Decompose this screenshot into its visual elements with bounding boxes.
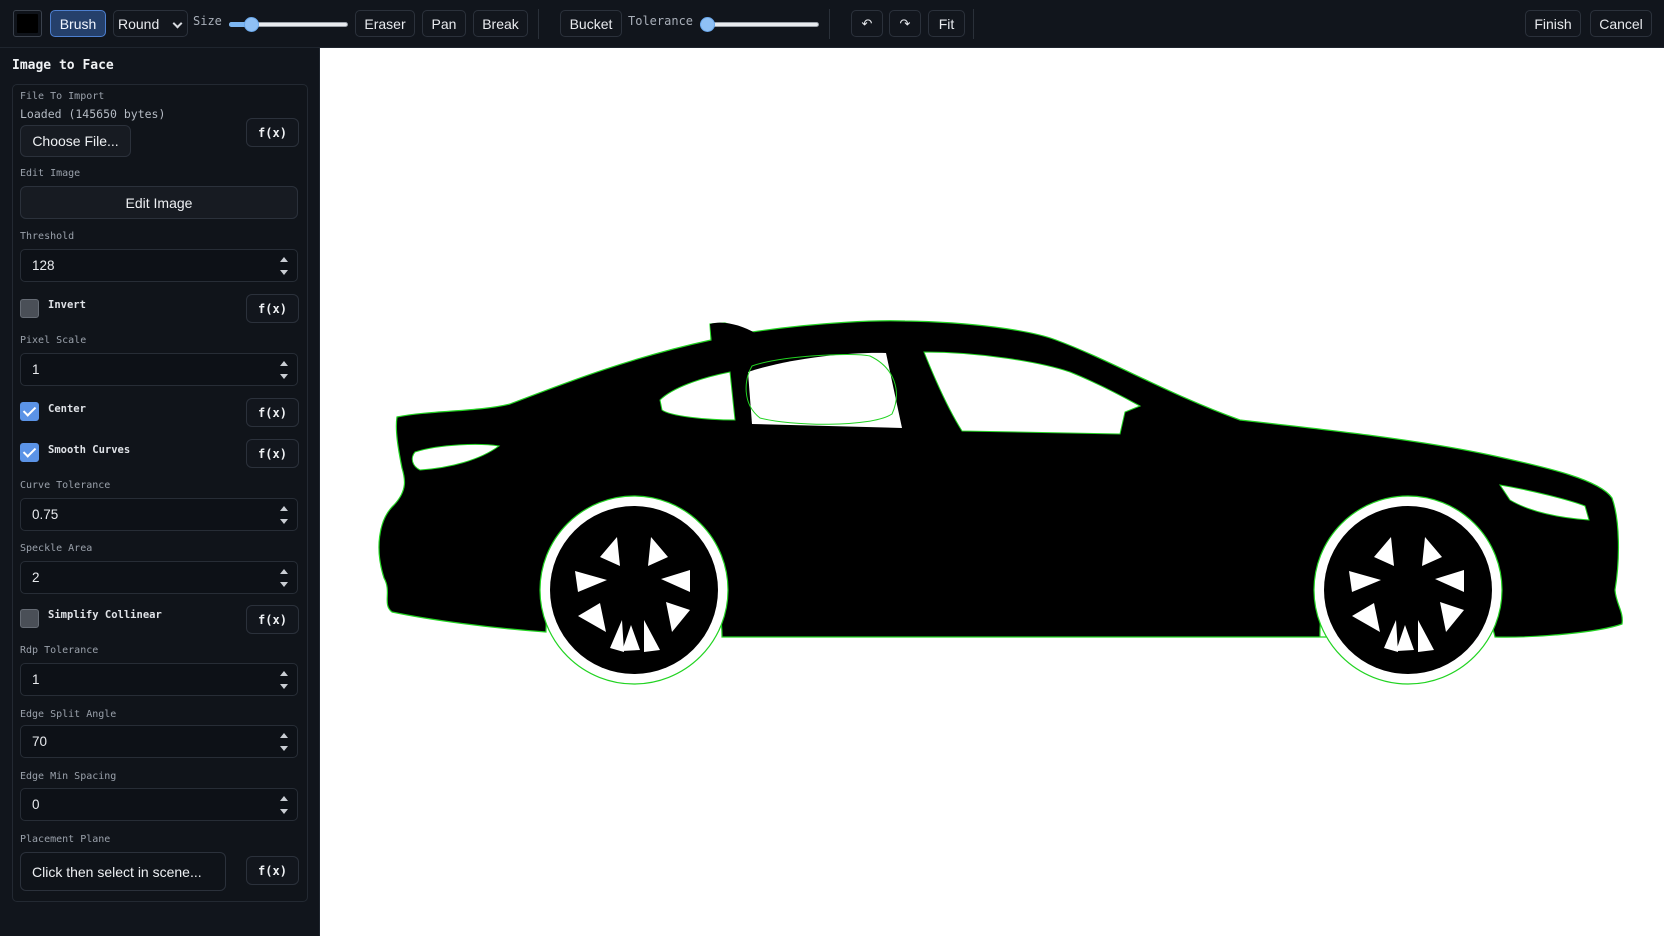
- brush-type-select[interactable]: Round: [113, 10, 188, 37]
- stepper-down-icon[interactable]: [280, 582, 288, 587]
- threshold-value: 128: [32, 258, 55, 273]
- edge-min-spacing-stepper[interactable]: [280, 796, 288, 814]
- edit-image-button[interactable]: Edit Image: [20, 186, 298, 219]
- stepper-down-icon[interactable]: [280, 746, 288, 751]
- stepper-up-icon[interactable]: [280, 257, 288, 262]
- fit-button[interactable]: Fit: [928, 10, 965, 37]
- pixel-scale-stepper[interactable]: [280, 361, 288, 379]
- invert-label: Invert: [48, 299, 86, 311]
- pixel-scale-value: 1: [32, 362, 40, 377]
- stepper-up-icon[interactable]: [280, 569, 288, 574]
- stepper-down-icon[interactable]: [280, 809, 288, 814]
- undo-icon[interactable]: ↶: [851, 10, 883, 37]
- size-slider-thumb[interactable]: [243, 17, 259, 32]
- stepper-up-icon[interactable]: [280, 671, 288, 676]
- smooth-curves-label: Smooth Curves: [48, 444, 131, 456]
- front-wheel: [1313, 495, 1503, 685]
- size-label: Size: [193, 14, 222, 28]
- stepper-up-icon[interactable]: [280, 733, 288, 738]
- smooth-curves-fx-button[interactable]: f(x): [246, 439, 299, 468]
- redo-icon[interactable]: ↷: [889, 10, 921, 37]
- rdp-tolerance-input[interactable]: 1: [20, 663, 298, 696]
- placement-plane-select-button[interactable]: Click then select in scene...: [20, 852, 226, 891]
- threshold-label: Threshold: [20, 231, 75, 242]
- center-fx-button[interactable]: f(x): [246, 398, 299, 427]
- toolbar-divider: [829, 9, 830, 39]
- stepper-down-icon[interactable]: [280, 684, 288, 689]
- stepper-down-icon[interactable]: [280, 270, 288, 275]
- color-swatch[interactable]: [13, 10, 42, 37]
- drawing-canvas[interactable]: [320, 48, 1664, 936]
- speckle-area-label: Speckle Area: [20, 543, 93, 554]
- curve-tolerance-stepper[interactable]: [280, 506, 288, 524]
- threshold-input[interactable]: 128: [20, 249, 298, 282]
- curve-tolerance-label: Curve Tolerance: [20, 480, 111, 491]
- file-to-import-fx-button[interactable]: f(x): [246, 118, 299, 147]
- rdp-tolerance-value: 1: [32, 672, 40, 687]
- simplify-collinear-fx-button[interactable]: f(x): [246, 605, 299, 634]
- edge-split-angle-input[interactable]: 70: [20, 725, 298, 758]
- invert-checkbox[interactable]: [20, 299, 39, 318]
- curve-tolerance-input[interactable]: 0.75: [20, 498, 298, 531]
- car-silhouette-drawing: [378, 320, 1623, 685]
- toolbar-divider: [538, 9, 539, 39]
- speckle-area-input[interactable]: 2: [20, 561, 298, 594]
- tolerance-slider[interactable]: [700, 17, 819, 32]
- speckle-area-stepper[interactable]: [280, 569, 288, 587]
- speckle-area-value: 2: [32, 570, 40, 585]
- simplify-collinear-checkbox[interactable]: [20, 609, 39, 628]
- placement-plane-fx-button[interactable]: f(x): [246, 856, 299, 885]
- center-label: Center: [48, 403, 86, 415]
- panel-title: Image to Face: [12, 58, 114, 73]
- edge-split-angle-label: Edge Split Angle: [20, 709, 117, 720]
- break-button[interactable]: Break: [473, 10, 528, 37]
- smooth-curves-checkbox[interactable]: [20, 443, 39, 462]
- edge-min-spacing-value: 0: [32, 797, 40, 812]
- rdp-tolerance-label: Rdp Tolerance: [20, 645, 99, 656]
- toolbar-divider: [973, 9, 974, 39]
- tolerance-label: Tolerance: [628, 14, 694, 28]
- stepper-up-icon[interactable]: [280, 361, 288, 366]
- stepper-down-icon[interactable]: [280, 519, 288, 524]
- file-to-import-label: File To Import: [20, 91, 105, 102]
- size-slider[interactable]: [229, 17, 348, 32]
- brush-button[interactable]: Brush: [50, 10, 106, 37]
- edge-min-spacing-label: Edge Min Spacing: [20, 771, 117, 782]
- cancel-button[interactable]: Cancel: [1590, 10, 1652, 37]
- rear-wheel: [539, 495, 729, 685]
- edge-min-spacing-input[interactable]: 0: [20, 788, 298, 821]
- stepper-up-icon[interactable]: [280, 506, 288, 511]
- edge-split-angle-value: 70: [32, 734, 48, 749]
- tolerance-slider-thumb[interactable]: [700, 17, 715, 32]
- invert-fx-button[interactable]: f(x): [246, 294, 299, 323]
- bucket-button[interactable]: Bucket: [560, 10, 622, 37]
- center-checkbox[interactable]: [20, 402, 39, 421]
- choose-file-button[interactable]: Choose File...: [20, 125, 131, 157]
- color-swatch-fill: [17, 14, 38, 33]
- finish-button[interactable]: Finish: [1525, 10, 1581, 37]
- stepper-up-icon[interactable]: [280, 796, 288, 801]
- chevron-down-icon: [172, 18, 183, 29]
- pan-button[interactable]: Pan: [422, 10, 466, 37]
- file-status-text: Loaded (145650 bytes): [20, 107, 166, 121]
- threshold-stepper[interactable]: [280, 257, 288, 275]
- sidebar: Image to Face File To Import Loaded (145…: [0, 48, 320, 936]
- toolbar: Brush Round Size Eraser Pan Break Bucket…: [0, 0, 1664, 48]
- edit-image-label: Edit Image: [20, 168, 81, 179]
- pixel-scale-label: Pixel Scale: [20, 335, 87, 346]
- simplify-collinear-label: Simplify Collinear: [48, 609, 162, 621]
- curve-tolerance-value: 0.75: [32, 507, 59, 522]
- rdp-tolerance-stepper[interactable]: [280, 671, 288, 689]
- edge-split-angle-stepper[interactable]: [280, 733, 288, 751]
- eraser-button[interactable]: Eraser: [355, 10, 415, 37]
- brush-type-value: Round: [118, 15, 160, 32]
- stepper-down-icon[interactable]: [280, 374, 288, 379]
- tolerance-slider-track: [700, 22, 819, 27]
- placement-plane-label: Placement Plane: [20, 834, 111, 845]
- pixel-scale-input[interactable]: 1: [20, 353, 298, 386]
